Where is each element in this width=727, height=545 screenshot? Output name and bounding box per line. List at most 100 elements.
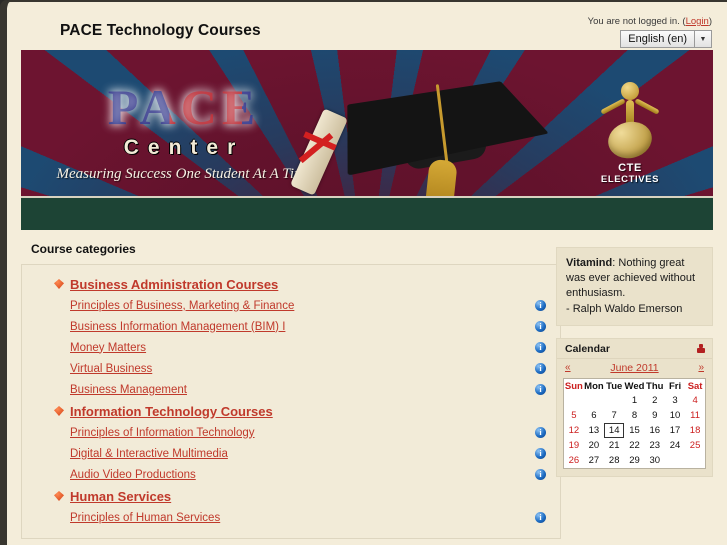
calendar-week-row: 5 6 7 8 9 10 11 bbox=[564, 408, 706, 423]
course-link[interactable]: Audio Video Productions bbox=[70, 469, 196, 481]
chevron-down-icon[interactable]: ▼ bbox=[694, 30, 712, 48]
content-heading: Course categories bbox=[31, 242, 136, 256]
course-link[interactable]: Digital & Interactive Multimedia bbox=[70, 448, 228, 460]
calendar-day-cell[interactable]: 6 bbox=[584, 408, 604, 423]
calendar-day-cell[interactable]: 1 bbox=[624, 393, 644, 408]
calendar-block: Calendar « June 2011 » Sun Mon Tue Wed Thu Fr… bbox=[556, 337, 713, 477]
vitamind-content: Vitamind: Nothing great was ever achieve… bbox=[556, 247, 713, 326]
vitamind-label: Vitamind bbox=[566, 257, 613, 269]
calendar-day-cell[interactable]: 14 bbox=[604, 422, 625, 438]
pace-logo: PACE Center Measuring Success One Studen… bbox=[39, 82, 329, 183]
course-row: Principles of Information Technology i bbox=[22, 422, 560, 443]
calendar-day-cell[interactable]: 21 bbox=[604, 438, 624, 453]
category-link[interactable]: Information Technology Courses bbox=[70, 404, 273, 419]
course-link[interactable]: Principles of Business, Marketing & Fina… bbox=[70, 300, 294, 312]
course-link[interactable]: Virtual Business bbox=[70, 363, 152, 375]
pace-logo-subtitle: Center bbox=[123, 136, 245, 159]
calendar-day-cell[interactable]: 20 bbox=[584, 438, 604, 453]
language-selected-value[interactable]: English (en) bbox=[620, 30, 694, 48]
calendar-day-cell[interactable]: 28 bbox=[604, 453, 624, 469]
calendar-day-cell[interactable]: 11 bbox=[685, 408, 705, 423]
calendar-day-cell[interactable]: 10 bbox=[665, 408, 685, 423]
calendar-day-cell[interactable]: 9 bbox=[645, 408, 665, 423]
pace-tagline: Measuring Success One Student At A Time bbox=[56, 166, 312, 182]
cte-figure-icon bbox=[575, 78, 685, 163]
calendar-day-cell[interactable]: 18 bbox=[685, 423, 705, 438]
content-column: Course categories Business Administratio… bbox=[21, 242, 561, 545]
calendar-day-cell[interactable]: 30 bbox=[645, 453, 665, 469]
banner-image: PACE Center Measuring Success One Studen… bbox=[21, 50, 713, 230]
calendar-week-row: 19 20 21 22 23 24 25 bbox=[564, 438, 706, 453]
category-link[interactable]: Human Services bbox=[70, 489, 171, 504]
calendar-day-cell[interactable]: 4 bbox=[685, 393, 705, 408]
cte-figure-arm-right bbox=[634, 98, 660, 115]
calendar-day-cell[interactable]: 24 bbox=[665, 438, 685, 453]
course-row: Digital & Interactive Multimedia i bbox=[22, 443, 560, 464]
calendar-navigation: « June 2011 » bbox=[557, 359, 712, 378]
cte-label: CTE ELECTIVES bbox=[575, 162, 685, 186]
course-link[interactable]: Principles of Human Services bbox=[70, 512, 220, 524]
calendar-day-cell[interactable]: 17 bbox=[665, 423, 685, 438]
calendar-next-month-link[interactable]: » bbox=[698, 362, 704, 373]
calendar-day-cell[interactable]: 27 bbox=[584, 453, 604, 469]
cte-figure-arm-left bbox=[600, 98, 626, 115]
calendar-table: Sun Mon Tue Wed Thu Fri Sat 1 2 3 4 5 6 7 8 9 10 11 12 13 1… bbox=[563, 377, 706, 469]
category-bullet-icon bbox=[54, 491, 64, 501]
info-icon[interactable]: i bbox=[535, 448, 546, 459]
login-status-text: You are not logged in. bbox=[587, 16, 680, 27]
info-icon[interactable]: i bbox=[535, 384, 546, 395]
category-row: Human Services bbox=[22, 485, 560, 507]
login-info: You are not logged in. (Login) bbox=[588, 16, 712, 27]
category-row: Information Technology Courses bbox=[22, 400, 560, 422]
paren-close: ) bbox=[708, 16, 712, 27]
calendar-day-cell[interactable]: 7 bbox=[604, 408, 624, 423]
info-icon[interactable]: i bbox=[535, 342, 546, 353]
calendar-day-empty bbox=[665, 453, 685, 469]
calendar-day-cell[interactable]: 2 bbox=[645, 393, 665, 408]
category-bullet-icon bbox=[54, 406, 64, 416]
calendar-day-empty bbox=[584, 393, 604, 408]
calendar-day-cell[interactable]: 3 bbox=[665, 393, 685, 408]
calendar-weekday-header: Mon bbox=[584, 380, 604, 392]
calendar-table-wrap: Sun Mon Tue Wed Thu Fri Sat 1 2 3 4 5 6 7 8 9 10 11 12 13 1… bbox=[557, 377, 712, 476]
course-row: Audio Video Productions i bbox=[22, 464, 560, 485]
course-link[interactable]: Money Matters bbox=[70, 342, 146, 354]
calendar-day-empty bbox=[604, 393, 624, 408]
calendar-day-cell[interactable]: 16 bbox=[645, 423, 665, 438]
calendar-day-cell[interactable]: 26 bbox=[564, 453, 584, 469]
info-icon[interactable]: i bbox=[535, 427, 546, 438]
calendar-day-cell[interactable]: 19 bbox=[564, 438, 584, 453]
info-icon[interactable]: i bbox=[535, 363, 546, 374]
calendar-day-cell[interactable]: 29 bbox=[624, 453, 644, 469]
calendar-day-cell[interactable]: 23 bbox=[645, 438, 665, 453]
calendar-day-cell[interactable]: 25 bbox=[685, 438, 705, 453]
calendar-day-cell[interactable]: 22 bbox=[624, 438, 644, 453]
language-selector[interactable]: English (en) ▼ bbox=[620, 30, 712, 48]
calendar-week-row: 12 13 14 15 16 17 18 bbox=[564, 422, 706, 438]
calendar-panel: Calendar « June 2011 » Sun Mon Tue Wed Thu Fr… bbox=[556, 337, 713, 477]
right-sidebar: Vitamind: Nothing great was ever achieve… bbox=[556, 247, 713, 489]
calendar-weekday-header: Sun bbox=[564, 380, 583, 392]
course-link[interactable]: Business Management bbox=[70, 384, 187, 396]
calendar-day-cell[interactable]: 5 bbox=[564, 408, 584, 423]
hide-block-icon[interactable] bbox=[697, 343, 705, 354]
info-icon[interactable]: i bbox=[535, 512, 546, 523]
info-icon[interactable]: i bbox=[535, 300, 546, 311]
course-row: Principles of Human Services i bbox=[22, 507, 560, 528]
calendar-day-cell[interactable]: 12 bbox=[564, 423, 584, 438]
calendar-weekday-header: Wed bbox=[624, 380, 645, 392]
calendar-day-cell[interactable]: 13 bbox=[584, 423, 604, 438]
info-icon[interactable]: i bbox=[535, 321, 546, 332]
category-link[interactable]: Business Administration Courses bbox=[70, 277, 278, 292]
info-icon[interactable]: i bbox=[535, 469, 546, 480]
calendar-day-cell[interactable]: 15 bbox=[624, 423, 644, 438]
login-link[interactable]: Login bbox=[686, 16, 709, 27]
course-link[interactable]: Principles of Information Technology bbox=[70, 427, 255, 439]
calendar-day-cell[interactable]: 8 bbox=[624, 408, 644, 423]
calendar-body: 1 2 3 4 5 6 7 8 9 10 11 12 13 14 15 16 17 18 19 20 21 22 23 24 2… bbox=[564, 393, 706, 469]
course-row: Principles of Business, Marketing & Fina… bbox=[22, 295, 560, 316]
calendar-month-label[interactable]: June 2011 bbox=[571, 362, 699, 374]
course-row: Money Matters i bbox=[22, 337, 560, 358]
course-link[interactable]: Business Information Management (BIM) I bbox=[70, 321, 285, 333]
calendar-day-empty bbox=[685, 453, 705, 469]
